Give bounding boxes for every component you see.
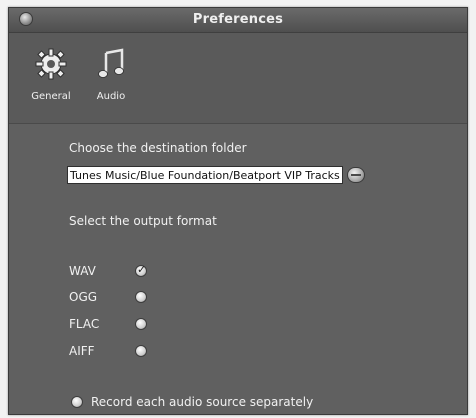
format-radio-aiff[interactable]: [135, 345, 147, 357]
record-separately-checkbox[interactable]: [71, 396, 83, 408]
minus-icon: [351, 174, 361, 176]
format-radio-flac[interactable]: [135, 318, 147, 330]
destination-folder-field[interactable]: Tunes Music/Blue Foundation/Beatport VIP…: [67, 166, 343, 184]
title-bar: Preferences: [9, 8, 467, 33]
tab-general-label: General: [31, 91, 71, 102]
music-note-icon: [98, 48, 124, 78]
format-option-label: FLAC: [69, 317, 100, 331]
tab-audio-label: Audio: [96, 91, 126, 102]
tab-general[interactable]: General: [21, 47, 81, 102]
tab-audio[interactable]: Audio: [81, 47, 141, 102]
destination-label: Choose the destination folder: [69, 141, 247, 155]
output-format-label: Select the output format: [69, 214, 217, 228]
browse-folder-button[interactable]: [347, 167, 365, 183]
format-radio-wav[interactable]: [135, 263, 147, 277]
preferences-window: Preferences General Audio Choose the des…: [8, 7, 468, 415]
audio-settings-panel: Choose the destination folder Tunes Musi…: [9, 124, 467, 414]
format-radio-ogg[interactable]: [135, 291, 147, 303]
gear-icon: [35, 48, 67, 80]
format-option-label: AIFF: [69, 344, 95, 358]
record-separately-label: Record each audio source separately: [91, 395, 314, 409]
format-option-label: OGG: [69, 290, 98, 304]
format-option-label: WAV: [69, 264, 96, 278]
preferences-toolbar: General Audio: [9, 33, 467, 124]
window-title: Preferences: [192, 12, 284, 27]
